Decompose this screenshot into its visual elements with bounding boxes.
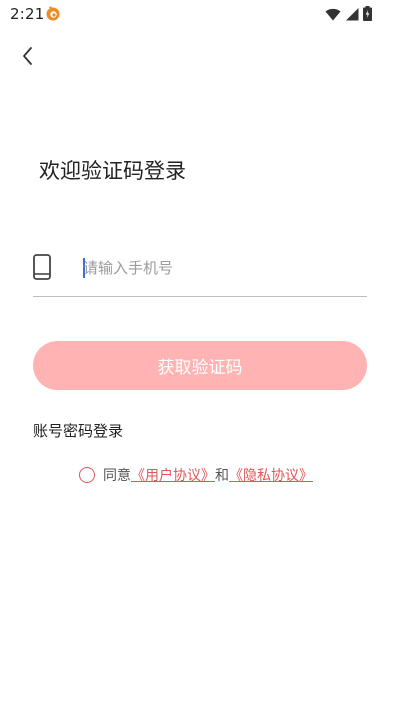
user-agreement-link[interactable]: 《用户协议》 bbox=[131, 465, 215, 485]
agreement-conjunction: 和 bbox=[215, 468, 229, 484]
phone-icon bbox=[33, 254, 51, 280]
get-verification-code-button[interactable]: 获取验证码 bbox=[33, 341, 367, 390]
signal-icon bbox=[345, 6, 359, 25]
agreement-radio[interactable] bbox=[79, 467, 95, 483]
phone-input-row bbox=[33, 246, 367, 297]
chevron-left-icon bbox=[21, 46, 35, 70]
app-notification-icon bbox=[45, 5, 61, 21]
agreement-prefix: 同意 bbox=[103, 468, 131, 484]
status-icons bbox=[325, 6, 372, 25]
phone-number-input[interactable] bbox=[83, 255, 363, 281]
status-time: 2:21 bbox=[10, 5, 45, 23]
page-title: 欢迎验证码登录 bbox=[39, 159, 186, 183]
wifi-icon bbox=[325, 6, 341, 25]
agreement-row: 同意 《用户协议》 和 《隐私协议》 bbox=[79, 464, 313, 486]
battery-icon bbox=[363, 6, 372, 25]
login-page: 2:21 欢迎验证码登录 请输入手机号 获取验证码 账号密码登录 同意 《用户协… bbox=[0, 0, 400, 711]
password-login-link[interactable]: 账号密码登录 bbox=[33, 420, 123, 441]
status-bar: 2:21 bbox=[0, 0, 400, 28]
back-button[interactable] bbox=[14, 44, 42, 72]
privacy-policy-link[interactable]: 《隐私协议》 bbox=[229, 465, 313, 485]
